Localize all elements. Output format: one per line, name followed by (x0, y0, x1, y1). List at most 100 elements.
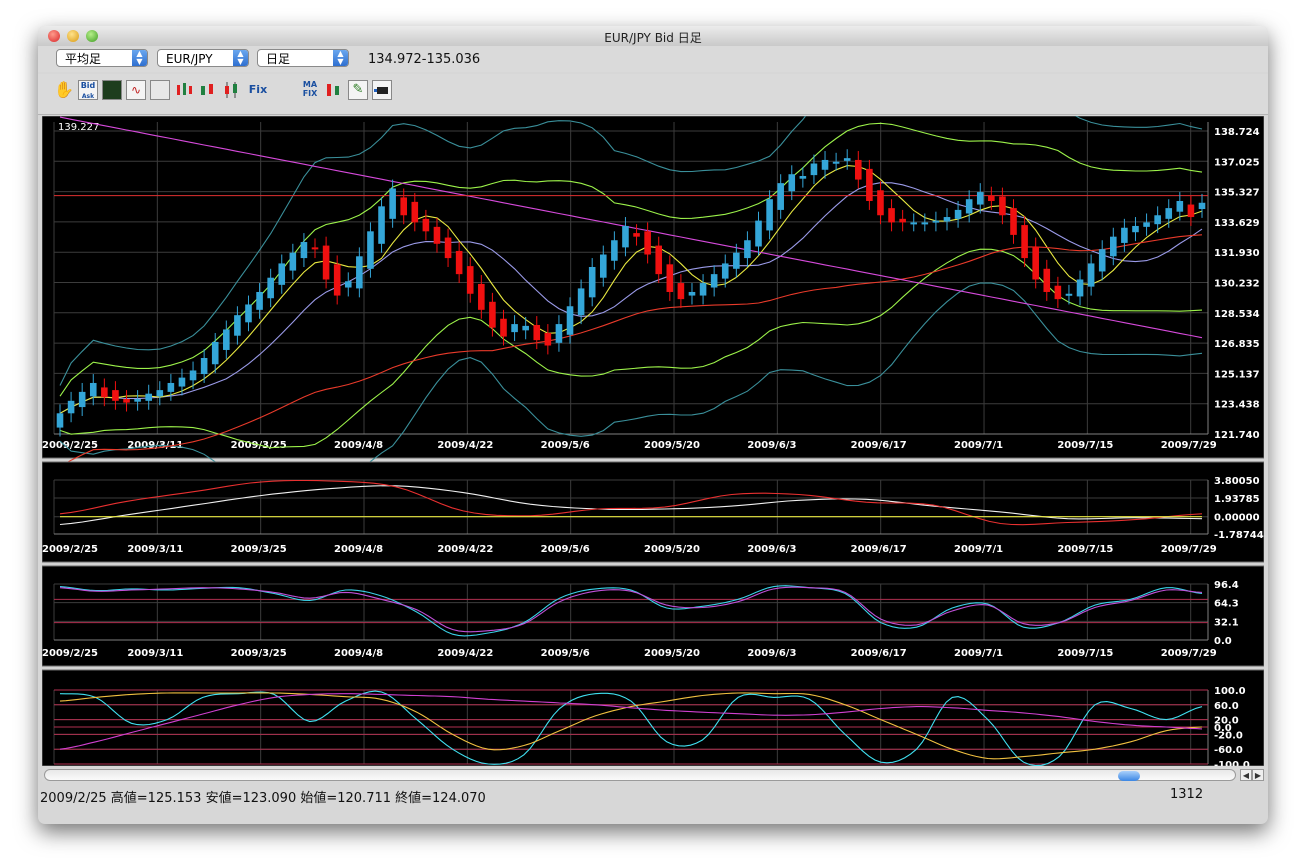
candle-icon-5[interactable] (324, 80, 344, 100)
candle-body (211, 341, 219, 365)
y-tick-label: 100.0 (1214, 686, 1246, 697)
y-tick-label: -100.0 (1214, 760, 1250, 766)
fix-label: Fix (248, 83, 268, 96)
horizontal-scrollbar[interactable]: ◀ ▶ (42, 768, 1264, 782)
candle-body (1187, 204, 1195, 218)
candle-body (344, 281, 352, 288)
pen-icon[interactable]: ✎ (348, 80, 368, 100)
candle-body (500, 318, 507, 337)
y-tick-label: 1.93785 (1214, 494, 1260, 505)
y-tick-label: 135.327 (1214, 188, 1260, 199)
candle-body (1010, 208, 1017, 235)
x-tick-label: 2009/7/29 (1161, 544, 1217, 555)
camera-icon[interactable] (372, 80, 392, 100)
x-tick-label: 2009/7/1 (954, 440, 1003, 451)
x-tick-label: 2009/5/6 (541, 440, 590, 451)
candle-body (300, 242, 308, 259)
candle-body (1154, 215, 1161, 225)
x-tick-label: 2009/4/22 (437, 544, 493, 555)
candle-body (766, 199, 773, 231)
ask-label: Ask (81, 93, 95, 100)
candle-body (267, 277, 274, 299)
scroll-right-icon[interactable]: ▶ (1252, 769, 1264, 781)
selector-row: 平均足 ▲ ▼ EUR/JPY ▲ ▼ 日足 ▲ ▼ 134.972-135.036 (38, 46, 1268, 72)
y-tick-label: 3.80050 (1214, 476, 1260, 487)
y-tick-label: -1.78744 (1214, 530, 1264, 541)
x-tick-label: 2009/3/25 (231, 648, 287, 659)
x-tick-label: 2009/5/6 (541, 544, 590, 555)
candle-body (78, 391, 86, 408)
indicator-icon[interactable] (102, 80, 122, 100)
x-tick-label: 2009/7/15 (1057, 648, 1113, 659)
x-tick-label: 2009/6/17 (851, 648, 907, 659)
hand-icon[interactable]: ✋ (54, 80, 74, 100)
x-tick-label: 2009/2/25 (42, 440, 98, 451)
mafix-label: FIX (302, 89, 318, 98)
candle-body (677, 283, 685, 300)
candle-body (56, 413, 64, 428)
ma-fix-icon[interactable]: MA FIX (300, 80, 320, 100)
y-tick-label: 64.3 (1214, 599, 1239, 610)
candle-icon-3[interactable] (198, 80, 218, 100)
pair-select[interactable]: EUR/JPY ▲ ▼ (157, 49, 249, 67)
y-tick-label: 0.0 (1214, 636, 1232, 647)
candle-body (1132, 225, 1139, 233)
candle-body (533, 324, 541, 341)
candle-body (422, 218, 430, 232)
candle-body (1076, 279, 1084, 297)
chevron-updown-icon: ▲ ▼ (132, 50, 147, 66)
chart-canvas[interactable]: 138.724 137.025 135.327 133.629 131.930 130.2… (42, 116, 1264, 766)
x-tick-label: 2009/6/17 (851, 440, 907, 451)
candle-body (588, 267, 596, 298)
candle-body (511, 324, 518, 333)
candle-icon-4[interactable] (222, 80, 242, 100)
candle-body (899, 218, 906, 223)
chart-panel-2: 3.80050 1.93785 0.00000 -1.78744 2009/2/25 20… (42, 461, 1264, 563)
candle-body (932, 220, 940, 223)
candle-icon-2[interactable] (174, 80, 194, 100)
period-select[interactable]: 日足 ▲ ▼ (257, 49, 349, 67)
candle-body (234, 315, 241, 336)
candle-body (411, 201, 419, 223)
candle-body (1098, 249, 1106, 272)
chart-type-select[interactable]: 平均足 ▲ ▼ (56, 49, 148, 67)
ma-label: MA (302, 80, 318, 89)
candle-body (112, 390, 119, 401)
candle-body (888, 208, 895, 223)
candle-body (999, 196, 1006, 216)
scroll-track[interactable] (44, 769, 1236, 781)
y-tick-label: -60.0 (1214, 745, 1243, 756)
pair-value: EUR/JPY (166, 52, 213, 66)
y-tick-label: 125.137 (1214, 369, 1260, 380)
candle-body (1121, 227, 1128, 243)
x-tick-label: 2009/4/8 (334, 544, 383, 555)
x-tick-label: 2009/5/20 (644, 648, 700, 659)
x-tick-label: 2009/3/25 (231, 440, 287, 451)
candle-body (788, 174, 796, 192)
title-bar: EUR/JPY Bid 日足 (38, 26, 1268, 47)
candle-body (322, 245, 330, 280)
candle-body (910, 222, 918, 225)
candle-body (400, 197, 408, 216)
candle-body (223, 329, 230, 350)
candle-body (666, 264, 674, 292)
y-tick-label: 0.00000 (1214, 513, 1260, 524)
y-tick-label: 32.1 (1214, 617, 1239, 628)
period-value: 日足 (266, 52, 291, 66)
x-tick-label: 2009/4/8 (334, 648, 383, 659)
candle-body (245, 304, 252, 323)
line-icon[interactable]: ∿ (126, 80, 146, 100)
scroll-left-icon[interactable]: ◀ (1240, 769, 1252, 781)
status-count: 1312 (1170, 787, 1204, 802)
candle-body (699, 283, 707, 296)
scroll-thumb[interactable] (1118, 771, 1140, 781)
fix-icon[interactable]: Fix (248, 80, 268, 100)
candle-body (843, 158, 851, 161)
candle-body (877, 190, 884, 216)
candle-icon[interactable] (150, 80, 170, 100)
bid-ask-icon[interactable]: Bid Ask (78, 80, 98, 100)
x-tick-label: 2009/7/1 (954, 648, 1003, 659)
candle-body (89, 382, 97, 397)
candle-body (611, 240, 618, 261)
candle-body (1110, 236, 1117, 257)
